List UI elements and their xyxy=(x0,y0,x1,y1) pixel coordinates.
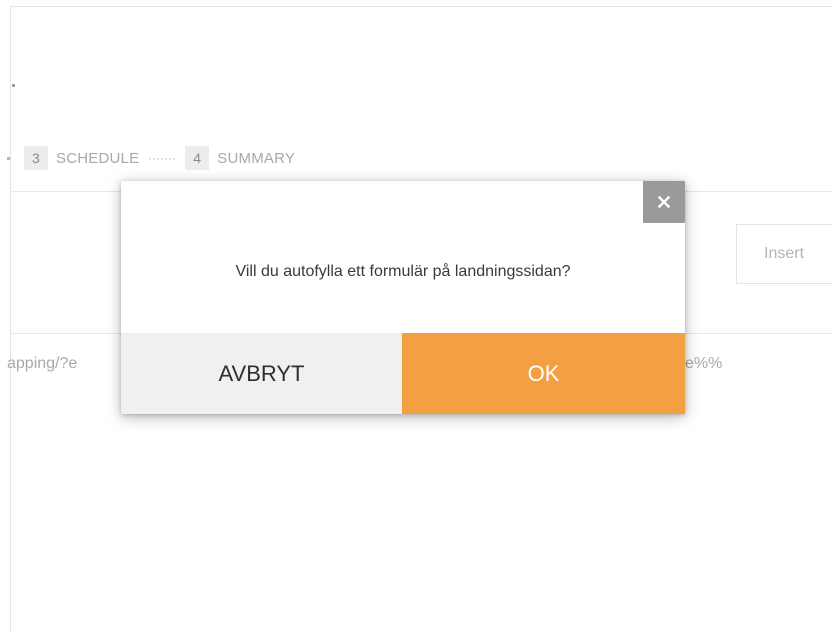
step-4-label[interactable]: SUMMARY xyxy=(217,150,295,167)
close-icon xyxy=(658,196,670,208)
cancel-button[interactable]: AVBRYT xyxy=(121,333,402,414)
ok-button[interactable]: OK xyxy=(402,333,685,414)
step-3-label[interactable]: SCHEDULE xyxy=(56,150,139,167)
url-text-start: apping/?e xyxy=(7,355,78,372)
step-connector-dot xyxy=(7,156,10,160)
autofill-dialog: Vill du autofylla ett formulär på landni… xyxy=(121,181,685,414)
header-marker xyxy=(12,84,15,87)
step-3-number[interactable]: 3 xyxy=(24,146,48,170)
url-text-end: e%% xyxy=(685,355,723,372)
wizard-steps: 3 SCHEDULE ······· 4 SUMMARY xyxy=(0,145,295,171)
step-4-number[interactable]: 4 xyxy=(185,146,210,170)
page: 3 SCHEDULE ······· 4 SUMMARY Insert appi… xyxy=(0,0,832,631)
step-separator: ······· xyxy=(148,151,177,165)
dialog-close-button[interactable] xyxy=(643,181,685,223)
dialog-message: Vill du autofylla ett formulär på landni… xyxy=(235,263,571,280)
insert-button[interactable]: Insert xyxy=(736,224,832,284)
dialog-actions: AVBRYT OK xyxy=(121,333,685,414)
